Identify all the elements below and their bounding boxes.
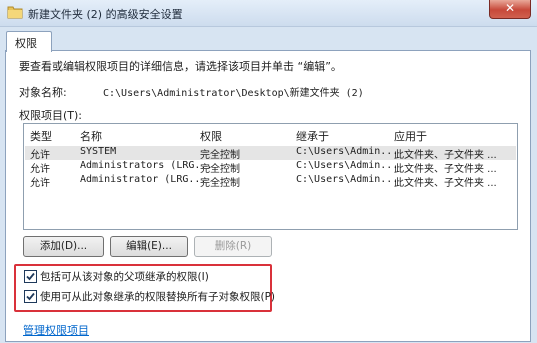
row-permission: 完全控制 (200, 150, 240, 161)
add-button[interactable]: 添加(D)... (23, 236, 104, 257)
tab-permissions[interactable]: 权限 (6, 31, 52, 52)
folder-icon (7, 6, 23, 19)
column-header-permission[interactable]: 权限 (200, 128, 222, 144)
table-row[interactable]: 允许 SYSTEM 完全控制 C:\Users\Admin... 此文件夹、子文… (25, 146, 516, 161)
checkmark-icon (26, 292, 35, 301)
row-applies-to: 此文件夹、子文件夹 ... (394, 178, 497, 189)
row-inherited-from: C:\Users\Admin... (296, 160, 399, 171)
edit-button[interactable]: 编辑(E)... (110, 236, 188, 257)
permission-entries-label: 权限项目(T): (19, 109, 83, 122)
tab-permissions-label: 权限 (15, 37, 37, 50)
manage-permission-entries-link[interactable]: 管理权限项目 (23, 322, 89, 338)
replace-child-permissions-checkbox[interactable] (24, 290, 37, 303)
remove-button[interactable]: 删除(R) (194, 236, 272, 257)
column-header-inherited-from[interactable]: 继承于 (296, 128, 329, 144)
replace-child-permissions-label[interactable]: 使用可从此对象继承的权限替换所有子对象权限(P) (40, 289, 275, 304)
object-name-label: 对象名称: (19, 86, 67, 99)
inherit-permissions-checkbox[interactable] (24, 270, 37, 283)
title-bar: 新建文件夹 (2) 的高级安全设置 ✕ (0, 0, 537, 27)
row-permission: 完全控制 (200, 178, 240, 189)
row-applies-to: 此文件夹、子文件夹 ... (394, 150, 497, 161)
row-applies-to: 此文件夹、子文件夹 ... (394, 164, 497, 175)
object-name-value: C:\Users\Administrator\Desktop\新建文件夹 (2) (103, 88, 364, 99)
description-text: 要查看或编辑权限项目的详细信息，请选择该项目并单击 “编辑”。 (19, 60, 342, 73)
list-header: 类型 名称 权限 继承于 应用于 (24, 124, 517, 144)
checkmark-icon (26, 272, 35, 281)
permission-entries-list[interactable]: 类型 名称 权限 继承于 应用于 允许 SYSTEM 完全控制 C:\Users… (23, 123, 518, 230)
row-type: 允许 (30, 178, 50, 189)
row-type: 允许 (30, 164, 50, 175)
row-name: SYSTEM (80, 146, 117, 157)
window-title: 新建文件夹 (2) 的高级安全设置 (28, 8, 183, 21)
column-header-type[interactable]: 类型 (30, 128, 52, 144)
row-inherited-from: C:\Users\Admin... (296, 146, 399, 157)
row-permission: 完全控制 (200, 164, 240, 175)
table-row[interactable]: 允许 Administrator (LRG... 完全控制 C:\Users\A… (25, 174, 516, 189)
inherit-permissions-label[interactable]: 包括可从该对象的父项继承的权限(I) (40, 269, 209, 284)
column-header-name[interactable]: 名称 (80, 128, 102, 144)
close-button[interactable]: ✕ (489, 0, 531, 19)
table-row[interactable]: 允许 Administrators (LRG... 完全控制 C:\Users\… (25, 160, 516, 175)
row-name: Administrators (LRG... (80, 160, 213, 171)
column-header-applies-to[interactable]: 应用于 (394, 128, 427, 144)
row-type: 允许 (30, 150, 50, 161)
row-name: Administrator (LRG... (80, 174, 207, 185)
row-inherited-from: C:\Users\Admin... (296, 174, 399, 185)
